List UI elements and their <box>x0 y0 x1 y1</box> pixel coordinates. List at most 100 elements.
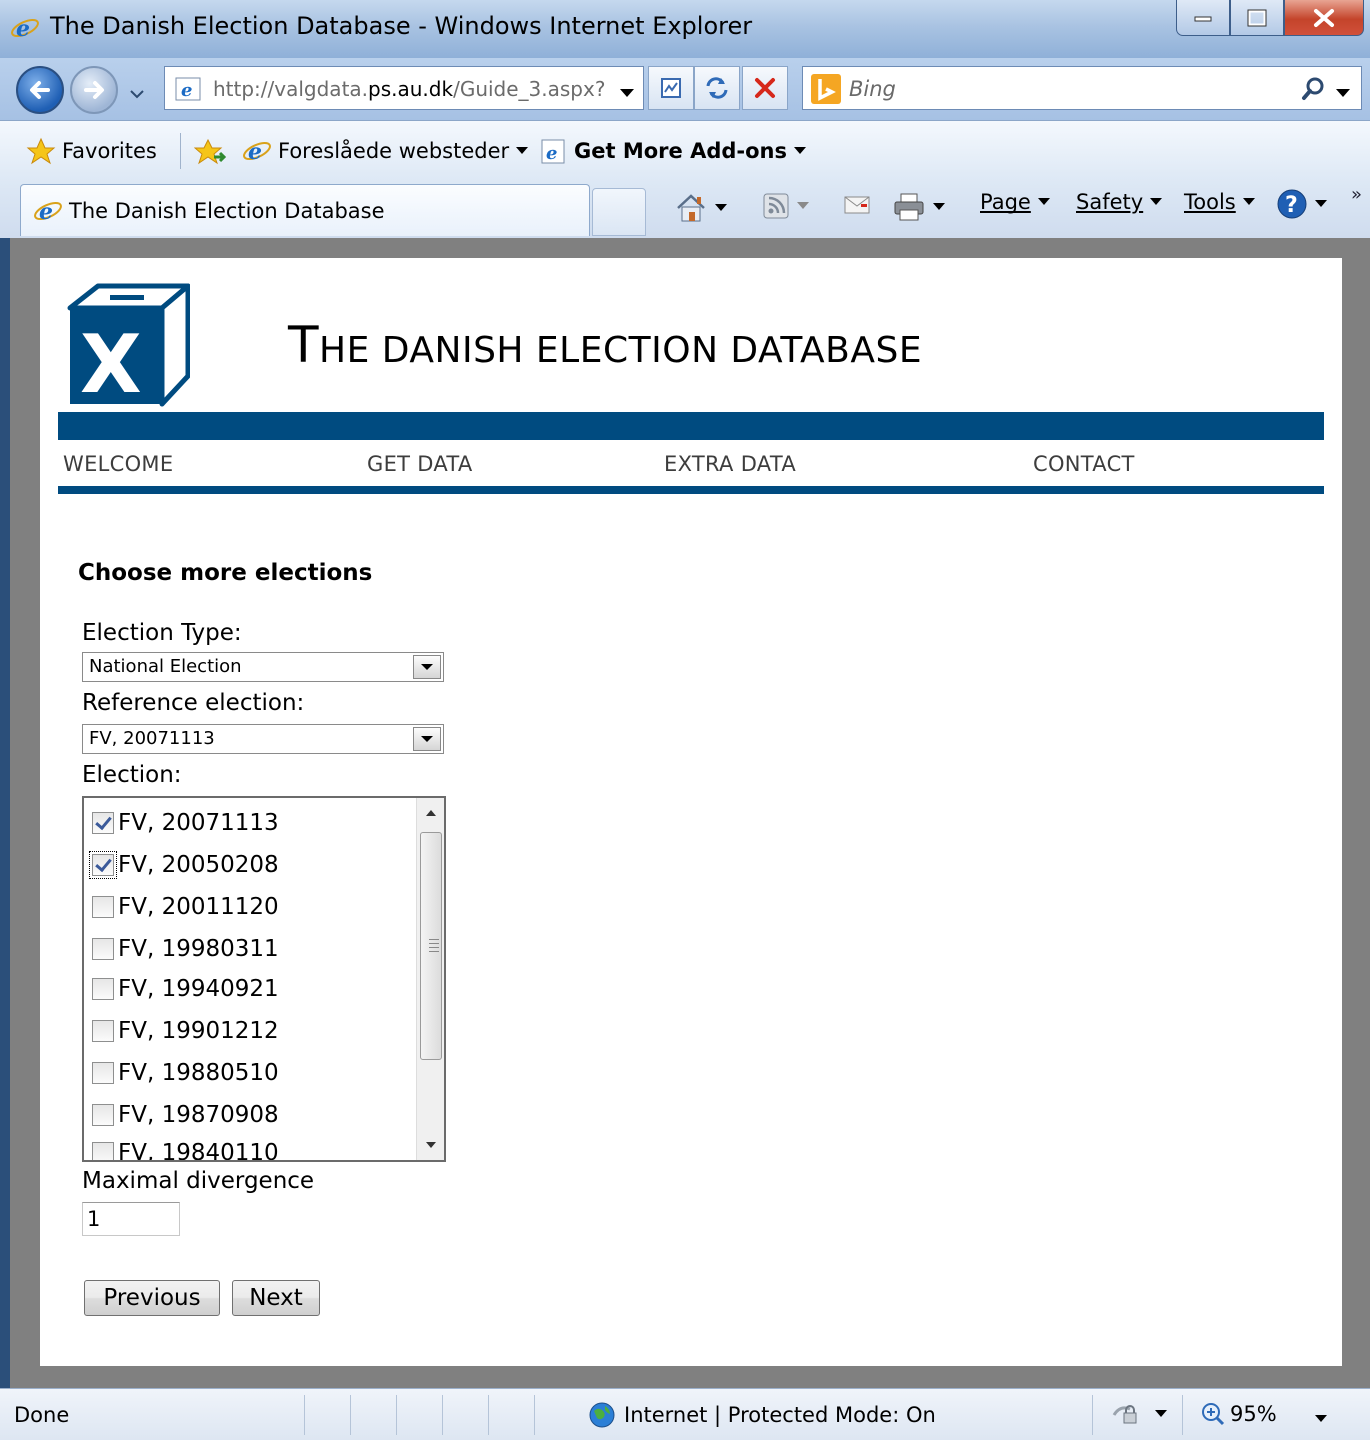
maximize-button[interactable] <box>1230 0 1284 36</box>
protected-mode-button[interactable] <box>1110 1401 1168 1427</box>
election-type-value: National Election <box>89 656 242 677</box>
election-checkbox[interactable] <box>92 978 114 1000</box>
maximal-divergence-value: 1 <box>87 1207 101 1231</box>
safety-menu-button[interactable]: Safety <box>1076 190 1163 214</box>
chevron-down-icon[interactable] <box>413 727 441 751</box>
list-item[interactable]: FV, 19840110 <box>92 1138 279 1160</box>
election-checkbox[interactable] <box>89 851 117 879</box>
print-button[interactable] <box>892 192 946 222</box>
list-scrollbar[interactable] <box>416 798 444 1160</box>
feeds-button[interactable] <box>762 192 810 220</box>
help-icon: ? <box>1277 189 1307 219</box>
zoom-icon <box>1202 1403 1225 1426</box>
get-more-addons-button[interactable]: e Get More Add-ons <box>538 137 807 165</box>
reference-election-value: FV, 20071113 <box>89 728 215 749</box>
svg-text:e: e <box>248 139 262 165</box>
status-separator <box>304 1395 305 1435</box>
favorites-button[interactable]: Favorites <box>26 137 157 165</box>
election-item-label: FV, 19940921 <box>118 976 279 1002</box>
forward-button[interactable] <box>70 66 118 114</box>
minimize-button[interactable] <box>1176 0 1230 36</box>
read-mail-button[interactable] <box>842 192 872 218</box>
chevron-down-icon <box>1315 200 1327 207</box>
maximal-divergence-input[interactable]: 1 <box>82 1202 180 1236</box>
refresh-button[interactable] <box>694 66 740 110</box>
list-item[interactable]: FV, 19870908 <box>92 1100 279 1130</box>
search-icon[interactable] <box>1301 76 1325 106</box>
search-options-dropdown-icon[interactable] <box>1335 83 1351 102</box>
list-item[interactable]: FV, 20071113 <box>92 808 279 838</box>
ballot-box-logo[interactable]: X <box>66 282 191 412</box>
list-item[interactable]: FV, 19940921 <box>92 974 279 1004</box>
back-arrow-icon <box>30 81 50 99</box>
election-type-select[interactable]: National Election <box>82 652 444 682</box>
tools-menu-button[interactable]: Tools <box>1184 190 1256 214</box>
tab-active[interactable]: e The Danish Election Database <box>20 184 590 236</box>
election-checkbox[interactable] <box>92 938 114 960</box>
favorites-separator <box>180 133 181 169</box>
election-checkbox[interactable] <box>92 1142 114 1160</box>
home-button[interactable] <box>674 192 728 224</box>
svg-text:X: X <box>80 318 142 408</box>
reference-election-select[interactable]: FV, 20071113 <box>82 724 444 754</box>
election-checkbox[interactable] <box>92 896 114 918</box>
suggested-sites-button[interactable]: e Foreslåede websteder <box>242 137 529 165</box>
address-bar[interactable]: e http://valgdata.ps.au.dk/Guide_3.aspx? <box>164 66 644 110</box>
menu-welcome-link[interactable]: WELCOME <box>63 452 173 476</box>
list-item[interactable]: FV, 19880510 <box>92 1058 279 1088</box>
election-type-label: Election Type: <box>82 620 242 646</box>
add-to-favorites-bar-button[interactable] <box>194 137 226 167</box>
rss-feed-icon <box>763 193 789 219</box>
chevron-down-icon[interactable] <box>413 655 441 679</box>
compatibility-icon <box>661 78 681 98</box>
maximal-divergence-label: Maximal divergence <box>82 1168 315 1194</box>
tab-title: The Danish Election Database <box>69 199 385 223</box>
zoom-level: 95% <box>1230 1402 1277 1426</box>
window-title: The Danish Election Database - Windows I… <box>50 12 753 40</box>
next-button[interactable]: Next <box>232 1280 320 1316</box>
menu-contact-link[interactable]: CONTACT <box>1033 452 1135 476</box>
site-title-initial: T <box>288 316 320 374</box>
list-item[interactable]: FV, 20011120 <box>92 892 279 922</box>
scroll-up-arrow-icon[interactable] <box>417 800 444 826</box>
election-checkbox-list[interactable]: FV, 20071113 FV, 20050208 FV, 20011120 F… <box>82 796 446 1162</box>
suggested-sites-label: Foreslåede websteder <box>278 139 510 163</box>
menu-extra-data-link[interactable]: EXTRA DATA <box>664 452 796 476</box>
zoom-dropdown-icon[interactable] <box>1314 1409 1328 1428</box>
stop-button[interactable] <box>742 66 788 110</box>
security-zone[interactable]: Internet | Protected Mode: On <box>588 1401 936 1429</box>
scroll-thumb[interactable] <box>420 832 442 1060</box>
minimize-icon <box>1194 16 1212 21</box>
election-item-label: FV, 19870908 <box>118 1102 279 1128</box>
menu-get-data-link[interactable]: GET DATA <box>367 452 473 476</box>
search-box[interactable]: Bing <box>802 66 1362 110</box>
zoom-control[interactable]: 95% <box>1200 1401 1277 1427</box>
back-button[interactable] <box>16 66 64 114</box>
previous-button[interactable]: Previous <box>84 1280 220 1316</box>
svg-text:e: e <box>546 143 557 164</box>
mail-icon <box>844 196 870 214</box>
forward-arrow-icon <box>84 81 104 99</box>
protected-mode-lock-icon <box>1112 1405 1137 1424</box>
list-item[interactable]: FV, 20050208 <box>89 850 279 880</box>
address-dropdown-icon[interactable] <box>619 83 635 102</box>
reference-election-label: Reference election: <box>82 690 305 716</box>
recent-pages-dropdown-icon[interactable] <box>130 84 144 103</box>
election-checkbox[interactable] <box>92 1020 114 1042</box>
election-checkbox[interactable] <box>92 1104 114 1126</box>
page-menu-button[interactable]: Page <box>980 190 1051 214</box>
help-menu-button[interactable]: ? <box>1276 188 1328 220</box>
page-ie-icon: e <box>175 77 201 105</box>
list-item[interactable]: FV, 19901212 <box>92 1016 279 1046</box>
section-heading: Choose more elections <box>78 560 373 586</box>
scroll-down-arrow-icon[interactable] <box>417 1132 444 1158</box>
election-checkbox[interactable] <box>92 1062 114 1084</box>
new-tab-button[interactable] <box>592 188 646 236</box>
status-text: Done <box>14 1403 70 1427</box>
election-item-label: FV, 20050208 <box>118 852 279 878</box>
list-item[interactable]: FV, 19980311 <box>92 934 279 964</box>
election-checkbox[interactable] <box>92 812 114 834</box>
close-window-button[interactable] <box>1284 0 1364 36</box>
compatibility-view-button[interactable] <box>648 66 694 110</box>
more-commands-chevron-icon[interactable]: » <box>1351 184 1362 205</box>
